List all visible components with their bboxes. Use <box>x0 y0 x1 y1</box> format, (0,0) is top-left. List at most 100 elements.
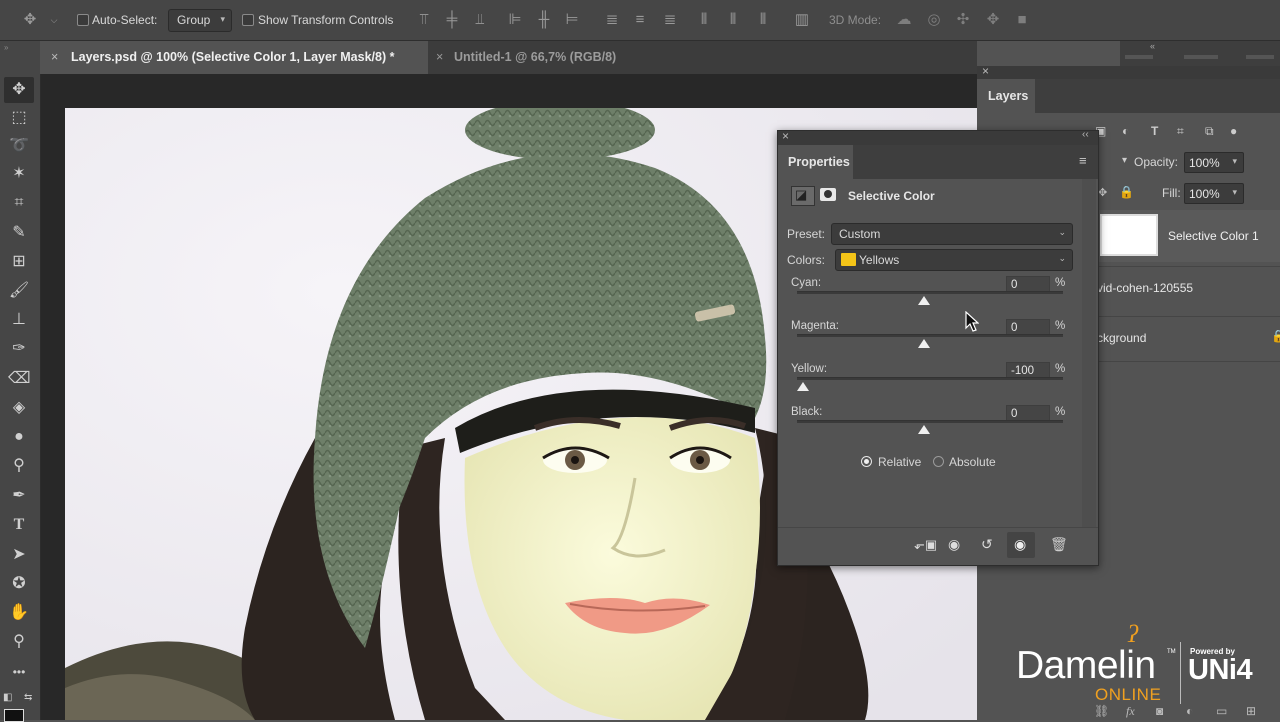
magic-wand-icon[interactable]: ✶ <box>8 163 30 185</box>
reset-icon[interactable]: ↺ <box>981 536 993 553</box>
distribute-right-icon[interactable]: ⦀ <box>753 10 773 30</box>
panel-dock-strip: « <box>1120 41 1280 66</box>
adjustment-icon[interactable]: ◪ <box>791 186 815 206</box>
align-left-icon[interactable]: ⊫ <box>505 10 525 30</box>
panel-menu-icon[interactable]: ≡ <box>1079 153 1087 168</box>
default-colors-icon[interactable]: ◧ <box>3 692 12 703</box>
history-brush-icon[interactable]: ✑ <box>8 338 30 360</box>
visibility-toggle[interactable]: ◉ <box>1007 532 1035 558</box>
swap-colors-icon[interactable]: ⇆ <box>24 692 32 703</box>
pen-tool-icon[interactable]: ✒ <box>8 485 30 507</box>
dodge-tool-icon[interactable]: ⚲ <box>8 455 30 477</box>
more-tools-icon[interactable]: ••• <box>8 661 30 683</box>
colors-dropdown[interactable]: Yellows ⌄ <box>835 249 1073 271</box>
slider-track[interactable] <box>797 420 1063 423</box>
opacity-value: 100% <box>1189 156 1220 170</box>
distribute-bottom-icon[interactable]: ≣ <box>660 10 680 30</box>
align-bottom-icon[interactable]: ⫫ <box>470 10 490 30</box>
clone-stamp-icon[interactable]: ⊥ <box>8 309 30 331</box>
move-tool-icon[interactable]: ✥ <box>20 10 40 30</box>
distribute-top-icon[interactable]: ≣ <box>602 10 622 30</box>
partner-name: UNi4 <box>1188 654 1253 686</box>
3d-roll-icon[interactable]: ◎ <box>924 10 944 30</box>
collapse-icon[interactable]: « <box>1150 41 1155 51</box>
brush-tool-icon[interactable]: 🖌 <box>8 280 30 302</box>
document-tabs: × Layers.psd @ 100% (Selective Color 1, … <box>40 41 977 74</box>
auto-select-dropdown[interactable]: Group ▾ <box>168 9 232 32</box>
layer-name: vid-cohen-120555 <box>1097 281 1194 295</box>
mask-icon[interactable] <box>818 186 838 204</box>
move-tool-icon[interactable]: ✥ <box>8 79 30 101</box>
fill-field[interactable]: 100% ▾ <box>1184 183 1244 204</box>
type-filter-icon[interactable]: T <box>1151 124 1158 138</box>
close-icon[interactable]: × <box>436 41 443 74</box>
shape-tool-icon[interactable]: ✪ <box>8 573 30 595</box>
close-icon[interactable]: × <box>982 64 989 78</box>
auto-align-icon[interactable]: ▥ <box>792 10 812 30</box>
shape-filter-icon[interactable]: ⌗ <box>1177 124 1184 139</box>
3d-pan-icon[interactable]: ✣ <box>953 10 973 30</box>
lasso-tool-icon[interactable]: ➰ <box>8 135 30 157</box>
close-icon[interactable]: × <box>51 41 58 74</box>
slider-track[interactable] <box>797 377 1063 380</box>
trash-icon[interactable]: 🗑 <box>1050 536 1068 553</box>
paint-bucket-icon[interactable]: ◈ <box>8 397 30 419</box>
properties-tab[interactable]: Properties <box>778 145 853 179</box>
lock-all-icon[interactable]: 🔒 <box>1119 185 1134 199</box>
3d-scale-icon[interactable]: ■ <box>1012 10 1032 30</box>
auto-select-checkbox[interactable] <box>77 14 89 26</box>
close-icon[interactable]: × <box>782 129 789 143</box>
lock-position-icon[interactable]: ✥ <box>1098 186 1107 199</box>
absolute-radio[interactable] <box>933 456 944 467</box>
crop-tool-icon[interactable]: ⌗ <box>8 192 30 214</box>
slider-thumb[interactable] <box>918 339 930 348</box>
opacity-field[interactable]: 100% ▾ <box>1184 152 1244 173</box>
relative-radio[interactable] <box>861 456 872 467</box>
distribute-hcenter-icon[interactable]: ⦀ <box>723 10 743 30</box>
scrollbar[interactable] <box>1082 179 1096 527</box>
slider-thumb[interactable] <box>918 296 930 305</box>
align-horizontal-center-icon[interactable]: ╫ <box>534 10 554 30</box>
distribute-vcenter-icon[interactable]: ≡ <box>630 10 650 30</box>
layers-panel-topbar: × <box>977 64 1280 79</box>
marquee-tool-icon[interactable]: ⬚ <box>8 107 30 129</box>
layer-row-selective-color[interactable]: Selective Color 1 <box>1097 210 1280 262</box>
tab-layers-psd[interactable]: × Layers.psd @ 100% (Selective Color 1, … <box>40 41 428 74</box>
clip-to-layer-icon[interactable]: ⬐▣ <box>914 537 937 553</box>
healing-brush-icon[interactable]: ⊞ <box>8 251 30 273</box>
align-right-icon[interactable]: ⊨ <box>562 10 582 30</box>
smart-object-filter-icon[interactable]: ⧉ <box>1205 124 1214 139</box>
layer-row-photo[interactable]: vid-cohen-120555 <box>1097 266 1280 311</box>
eyedropper-icon[interactable]: ✎ <box>8 222 30 244</box>
slider-thumb[interactable] <box>918 425 930 434</box>
layers-tab[interactable]: Layers <box>977 79 1035 113</box>
filter-toggle-icon[interactable]: ● <box>1230 124 1237 138</box>
slider-track[interactable] <box>797 291 1063 294</box>
preset-dropdown[interactable]: Custom ⌄ <box>831 223 1073 245</box>
chevron-down-icon[interactable]: ▾ <box>1122 155 1127 166</box>
hand-tool-icon[interactable]: ✋ <box>8 602 30 624</box>
distribute-left-icon[interactable]: ⦀ <box>694 10 714 30</box>
layer-mask-thumbnail[interactable] <box>1100 214 1158 256</box>
tab-untitled-1[interactable]: × Untitled-1 @ 66,7% (RGB/8) <box>428 41 658 74</box>
3d-slide-icon[interactable]: ✥ <box>983 10 1003 30</box>
blur-tool-icon[interactable]: ● <box>8 426 30 448</box>
collapse-icon[interactable]: ‹‹ <box>1082 129 1089 140</box>
adjustment-filter-icon[interactable]: ◐ <box>1122 124 1129 138</box>
show-transform-checkbox[interactable] <box>242 14 254 26</box>
foreground-color-swatch[interactable] <box>4 709 24 722</box>
slider-track[interactable] <box>797 334 1063 337</box>
align-top-icon[interactable]: ⫪ <box>414 10 434 30</box>
slider-thumb[interactable] <box>797 382 809 391</box>
3d-rotate-icon[interactable]: ☁ <box>894 10 914 30</box>
layer-row-background[interactable]: ckground 🔒 <box>1097 316 1280 362</box>
path-selection-icon[interactable]: ➤ <box>8 544 30 566</box>
align-vertical-center-icon[interactable]: ╪ <box>442 10 462 30</box>
eraser-tool-icon[interactable]: ⌫ <box>8 368 31 390</box>
collapse-icon[interactable]: » <box>4 43 8 52</box>
type-tool-icon[interactable]: T <box>8 514 30 536</box>
chevron-down-icon[interactable]: ⌵ <box>44 10 64 30</box>
view-previous-state-icon[interactable]: ◉ <box>948 536 960 553</box>
zoom-tool-icon[interactable]: ⚲ <box>8 631 30 653</box>
chevron-down-icon: ▾ <box>1232 187 1237 197</box>
